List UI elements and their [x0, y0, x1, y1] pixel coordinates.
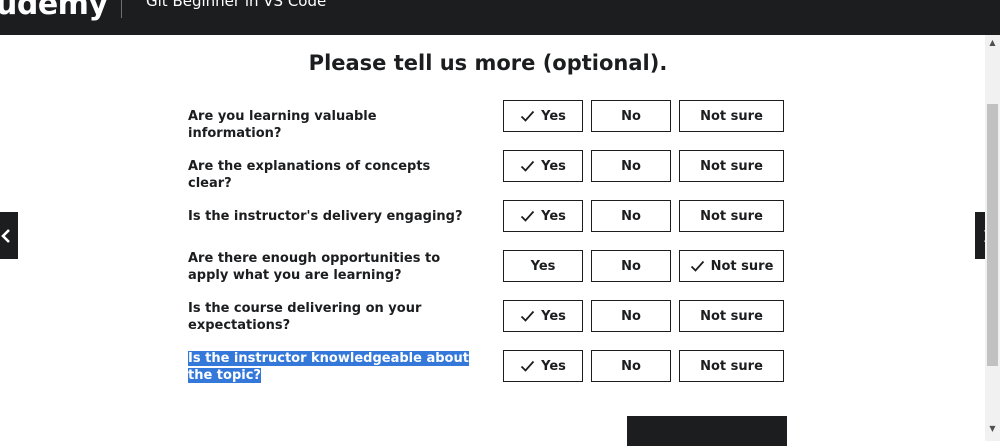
question-text: Is the instructor knowledgeable about th…	[188, 351, 469, 383]
checkmark-icon	[520, 360, 535, 372]
survey-question: Is the instructor's delivery engaging?	[188, 208, 473, 225]
yes-option-button[interactable]: Yes	[503, 150, 583, 182]
no-option-button[interactable]: No	[591, 150, 671, 182]
option-label: Yes	[541, 158, 566, 174]
continue-button[interactable]	[627, 416, 787, 446]
header-divider	[121, 0, 122, 18]
option-label: Not sure	[700, 108, 763, 124]
no-option-button[interactable]: No	[591, 250, 671, 282]
question-text: Is the instructor's delivery engaging?	[188, 209, 463, 224]
option-label: No	[621, 108, 641, 124]
checkmark-icon	[520, 210, 535, 222]
option-label: Not sure	[700, 208, 763, 224]
option-label: Yes	[541, 308, 566, 324]
question-text: Are the explanations of concepts clear?	[188, 159, 431, 191]
yes-option-button[interactable]: Yes	[503, 250, 583, 282]
no-option-button[interactable]: No	[591, 200, 671, 232]
survey-heading: Please tell us more (optional).	[308, 51, 668, 75]
yes-option-button[interactable]: Yes	[503, 350, 583, 382]
not-sure-option-button[interactable]: Not sure	[679, 200, 784, 232]
chevron-left-icon	[0, 228, 10, 243]
checkmark-icon	[520, 310, 535, 322]
option-label: No	[621, 308, 641, 324]
checkmark-icon	[520, 160, 535, 172]
yes-option-button[interactable]: Yes	[503, 300, 583, 332]
not-sure-option-button[interactable]: Not sure	[679, 250, 784, 282]
previous-lecture-button[interactable]	[0, 212, 18, 259]
scrollbar-thumb[interactable]	[987, 104, 998, 366]
checkmark-icon	[690, 260, 704, 272]
yes-option-button[interactable]: Yes	[503, 200, 583, 232]
option-label: Not sure	[700, 158, 763, 174]
scroll-up-arrow-icon[interactable]: ▲	[985, 35, 1000, 50]
udemy-logo[interactable]: udemy	[0, 0, 108, 24]
no-option-button[interactable]: No	[591, 300, 671, 332]
option-label: No	[621, 158, 641, 174]
not-sure-option-button[interactable]: Not sure	[679, 100, 784, 132]
yes-option-button[interactable]: Yes	[503, 100, 583, 132]
option-label: No	[621, 358, 641, 374]
question-text: Is the course delivering on your expecta…	[188, 301, 422, 333]
survey-question: Are there enough opportunities to apply …	[188, 250, 473, 284]
checkmark-icon	[520, 110, 535, 122]
option-label: Not sure	[700, 308, 763, 324]
survey-question: Is the course delivering on your expecta…	[188, 300, 473, 334]
question-text: Are you learning valuable information?	[188, 109, 377, 141]
not-sure-option-button[interactable]: Not sure	[679, 350, 784, 382]
option-label: Not sure	[700, 358, 763, 374]
survey-question: Are the explanations of concepts clear?	[188, 158, 473, 192]
no-option-button[interactable]: No	[591, 350, 671, 382]
course-title[interactable]: Git Beginner in VS Code	[146, 0, 326, 11]
option-label: No	[621, 258, 641, 274]
survey-question: Are you learning valuable information?	[188, 108, 473, 142]
option-label: Yes	[530, 258, 556, 274]
question-text: Are there enough opportunities to apply …	[188, 251, 441, 283]
not-sure-option-button[interactable]: Not sure	[679, 150, 784, 182]
option-label: Not sure	[710, 258, 774, 274]
scroll-down-arrow-icon[interactable]: ▼	[985, 421, 1000, 436]
option-label: Yes	[541, 108, 566, 124]
survey-question: Is the instructor knowledgeable about th…	[188, 350, 473, 384]
no-option-button[interactable]: No	[591, 100, 671, 132]
not-sure-option-button[interactable]: Not sure	[679, 300, 784, 332]
top-header: udemy Git Beginner in VS Code	[0, 0, 1000, 35]
option-label: Yes	[541, 358, 566, 374]
option-label: No	[621, 208, 641, 224]
option-label: Yes	[541, 208, 566, 224]
